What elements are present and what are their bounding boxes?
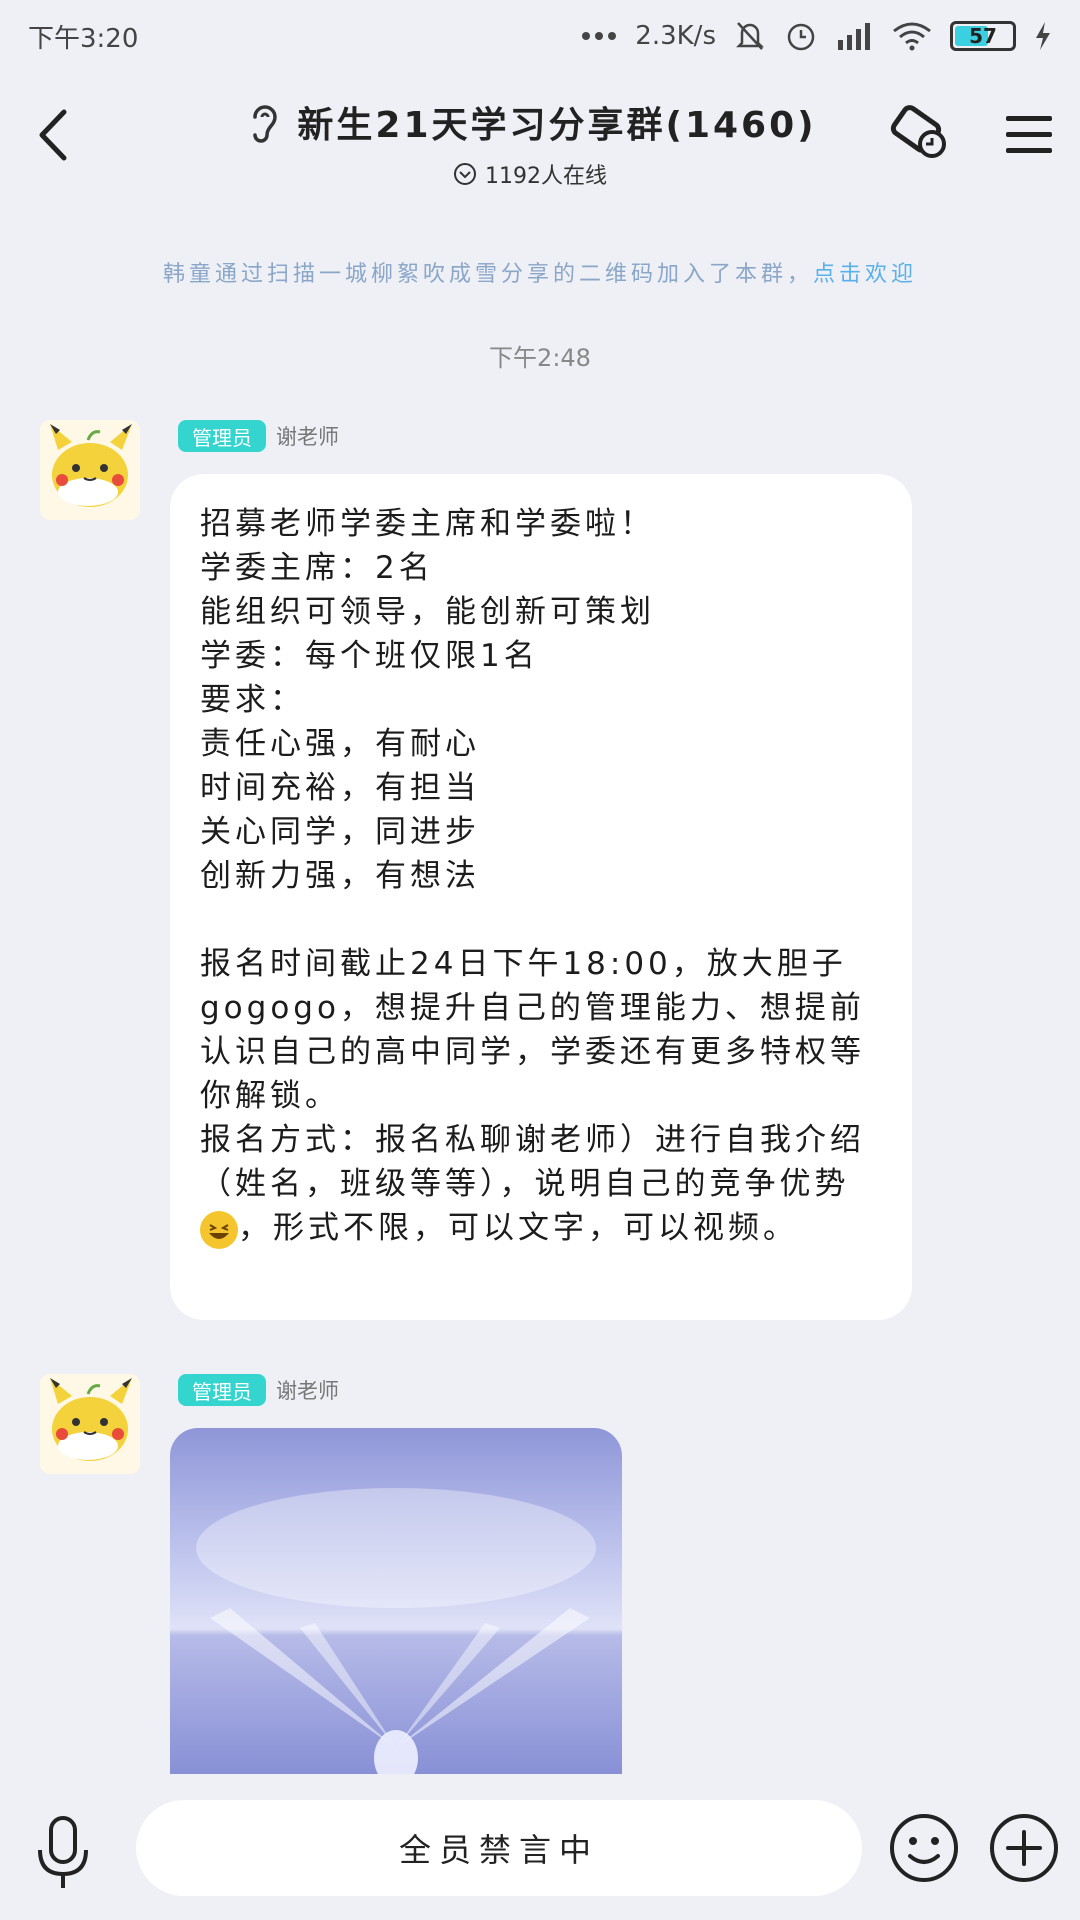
emoji-icon[interactable] [888,1812,960,1884]
system-message: 韩童通过扫描一城柳絮吹成雪分享的二维码加入了本群，点击欢迎 [0,256,1080,288]
signal-icon [838,23,870,50]
message-input[interactable]: 全员禁言中 [136,1800,862,1896]
status-time: 下午3:20 [28,23,139,54]
sender-row: 管理员 谢老师 [178,420,339,452]
message-text: 招募老师学委主席和学委啦！ 学委主席：2名 能组织可领导，能创新可策划 学委：每… [200,506,865,1202]
sender-name[interactable]: 谢老师 [276,421,339,451]
call-icon[interactable] [886,104,952,164]
plus-icon[interactable] [988,1812,1060,1884]
welcome-link[interactable]: 点击欢迎 [813,262,917,287]
microphone-icon[interactable] [36,1816,90,1890]
battery-icon: 57 [950,21,1016,51]
chat-header: 新生21天学习分享群(1460) 1192人在线 [0,80,1080,190]
admin-badge: 管理员 [178,420,266,452]
message-bubble[interactable]: 招募老师学委主席和学委啦！ 学委主席：2名 能组织可领导，能创新可策划 学委：每… [170,474,912,1320]
wifi-icon [893,22,931,51]
network-speed: 2.3K/s [635,21,716,51]
online-text: 1192人在线 [485,164,607,189]
system-message-text: 韩童通过扫描一城柳絮吹成雪分享的二维码加入了本群， [162,262,813,287]
battery-level: 57 [969,24,997,48]
light-burst-image [196,1488,596,1774]
avatar[interactable] [40,420,140,520]
message-text-container: 招募老师学委主席和学委啦！ 学委主席：2名 能组织可领导，能创新可策划 学委：每… [170,474,912,1278]
grinning-emoji-icon [200,1210,238,1249]
admin-badge: 管理员 [178,1374,266,1406]
message-text-end: ，形式不限，可以文字，可以视频。 [238,1210,798,1246]
back-arrow-icon[interactable] [30,108,80,162]
charging-icon [1036,22,1050,50]
group-title-area[interactable]: 新生21天学习分享群(1460) 1192人在线 [230,96,830,190]
online-count[interactable]: 1192人在线 [230,158,830,190]
group-title: 新生21天学习分享群(1460) [297,105,817,146]
avatar[interactable] [40,1374,140,1474]
ear-icon [253,105,278,143]
image-message[interactable] [170,1428,622,1774]
sender-row: 管理员 谢老师 [178,1374,339,1406]
dots-icon [582,32,617,40]
status-icons: 2.3K/s 57 [581,19,1052,53]
status-bar: 下午3:20 2.3K/s 57 [0,0,1080,72]
pikachu-avatar-icon [40,420,140,520]
alarm-icon [787,23,815,51]
message-timestamp: 下午2:48 [489,344,591,372]
pikachu-avatar-icon [40,1374,140,1474]
input-placeholder: 全员禁言中 [398,1831,599,1869]
input-bar: 全员禁言中 [0,1776,1080,1920]
online-dropdown-icon [454,163,476,185]
menu-icon[interactable] [1006,114,1052,154]
sender-name[interactable]: 谢老师 [276,1375,339,1405]
bell-muted-icon [735,22,765,50]
